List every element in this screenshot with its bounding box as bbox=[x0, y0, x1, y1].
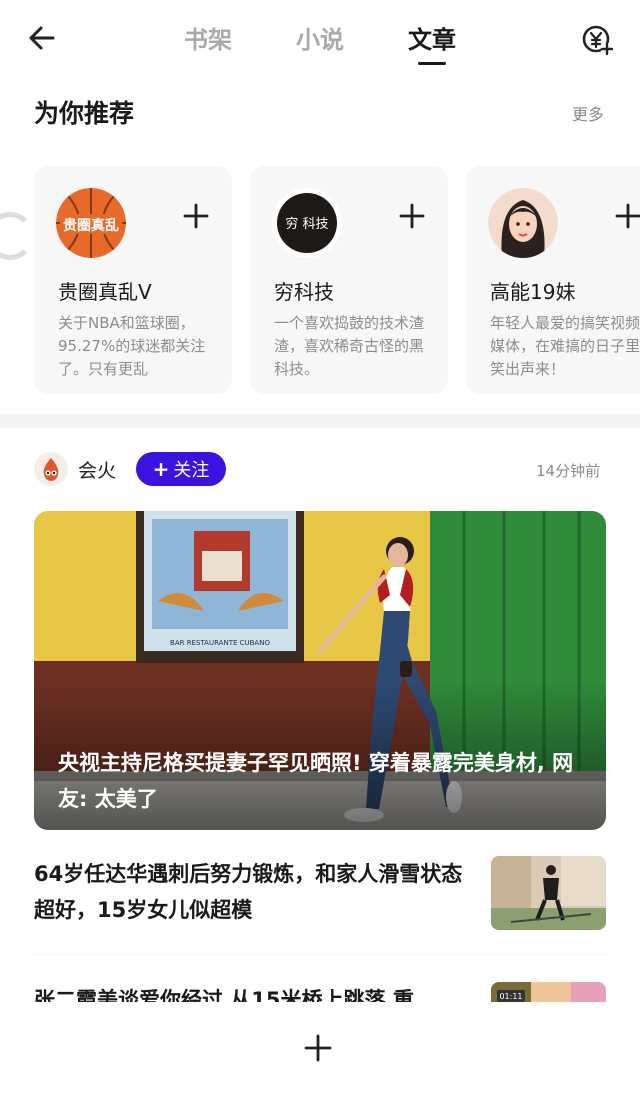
avatar: 贵圈真乱 bbox=[56, 188, 126, 258]
recommend-card[interactable]: 穷 科技 穷科技 一个喜欢捣鼓的技术渣渣，喜欢稀奇古怪的黑科技。 bbox=[250, 166, 448, 394]
active-tab-indicator bbox=[418, 62, 446, 65]
arrow-left-icon bbox=[29, 26, 55, 50]
avatar bbox=[488, 188, 558, 258]
news-item[interactable]: 64岁任达华遇刺后努力锻炼，和家人滑雪状态超好，15岁女儿似超模 bbox=[34, 856, 606, 932]
news-thumbnail: 01:11 bbox=[491, 982, 606, 1002]
news-thumbnail bbox=[491, 856, 606, 930]
card-name: 贵圈真乱V bbox=[58, 280, 152, 304]
card-description: 关于NBA和篮球圈，95.27%的球迷都关注了。只有更乱 bbox=[58, 314, 206, 378]
mosaic-sign: BAR RESTAURANTE CUBANO bbox=[170, 639, 270, 647]
recommend-more-link[interactable]: 更多 bbox=[572, 101, 604, 125]
loading-spinner bbox=[0, 212, 34, 260]
card-name: 高能19妹 bbox=[490, 280, 576, 304]
tab-bookshelf[interactable]: 书架 bbox=[184, 22, 232, 58]
follow-button[interactable]: + 关注 bbox=[136, 452, 226, 486]
feature-article[interactable]: BAR RESTAURANTE CUBANO 央视主持尼格买提妻子罕见晒照! 穿… bbox=[34, 511, 606, 830]
plus-icon[interactable] bbox=[614, 202, 640, 230]
video-duration: 01:11 bbox=[499, 992, 522, 1001]
add-icon[interactable] bbox=[304, 1034, 332, 1062]
news-item[interactable]: 张二霞美谈爱你经过 从15米桥上跳落 重 01:11 bbox=[34, 982, 606, 1002]
recommend-card[interactable]: 高能19妹 年轻人最爱的搞笑视频媒体，在难搞的日子里笑出声来！ bbox=[466, 166, 640, 394]
author-avatar[interactable] bbox=[34, 452, 68, 486]
top-bar: 书架 小说 文章 bbox=[0, 0, 640, 80]
post-time: 14分钟前 bbox=[536, 462, 601, 480]
back-button[interactable] bbox=[26, 22, 58, 54]
recommend-card[interactable]: 贵圈真乱 贵圈真乱V 关于NBA和篮球圈，95.27%的球迷都关注了。只有更乱 bbox=[34, 166, 232, 394]
plus-icon[interactable] bbox=[398, 202, 426, 230]
coin-plus-icon bbox=[582, 25, 614, 56]
author-name[interactable]: 会火 bbox=[78, 456, 116, 483]
tab-article[interactable]: 文章 bbox=[408, 22, 456, 58]
list-divider bbox=[34, 954, 606, 955]
avatar-text: 穷 科技 bbox=[285, 216, 328, 232]
plus-icon[interactable] bbox=[182, 202, 210, 230]
card-name: 穷科技 bbox=[274, 280, 334, 304]
news-title: 张二霞美谈爱你经过 从15米桥上跳落 重 bbox=[34, 988, 414, 1002]
plus-icon: + bbox=[152, 457, 170, 481]
card-description: 年轻人最爱的搞笑视频媒体，在难搞的日子里笑出声来！ bbox=[490, 314, 640, 378]
avatar-text: 贵圈真乱 bbox=[63, 217, 119, 234]
card-description: 一个喜欢捣鼓的技术渣渣，喜欢稀奇古怪的黑科技。 bbox=[274, 314, 425, 378]
tab-novel[interactable]: 小说 bbox=[296, 22, 344, 58]
follow-label: 关注 bbox=[173, 460, 210, 481]
coin-button[interactable] bbox=[580, 22, 616, 58]
news-title: 64岁任达华遇刺后努力锻炼，和家人滑雪状态超好，15岁女儿似超模 bbox=[34, 862, 463, 922]
section-divider bbox=[0, 414, 640, 428]
recommend-title: 为你推荐 bbox=[34, 99, 135, 128]
feature-title: 央视主持尼格买提妻子罕见晒照! 穿着暴露完美身材, 网友: 太美了 bbox=[58, 751, 574, 811]
avatar: 穷 科技 bbox=[272, 188, 342, 258]
